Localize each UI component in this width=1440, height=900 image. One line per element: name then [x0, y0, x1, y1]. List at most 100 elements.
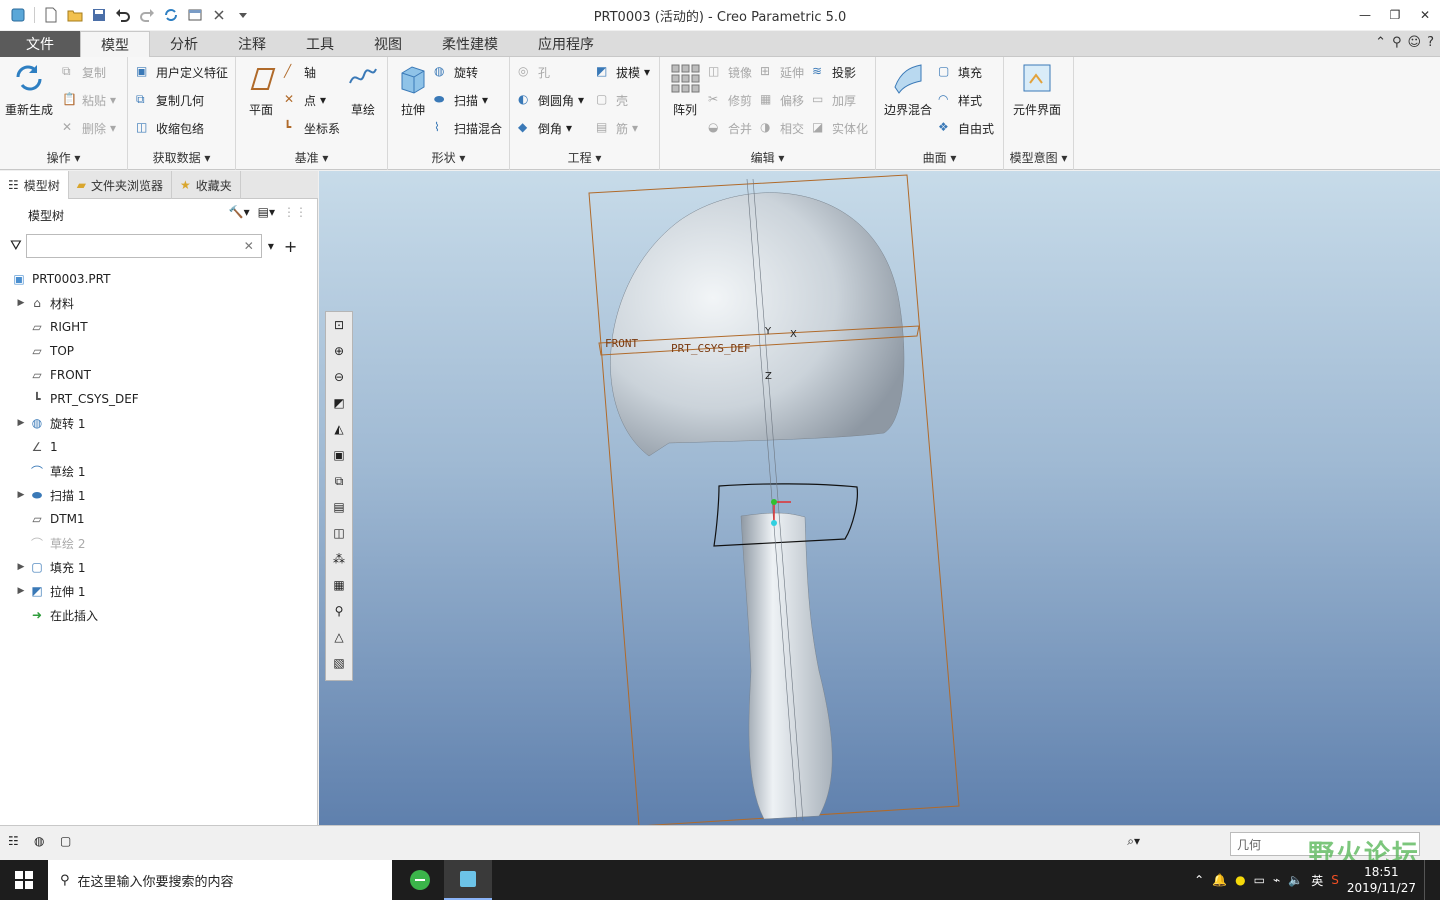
tree-node[interactable]: ▱ FRONT: [0, 363, 317, 387]
tree-filter-icon[interactable]: ⋮⋮: [283, 205, 307, 219]
extrude-button[interactable]: 拉伸: [388, 61, 438, 118]
full-screen-icon[interactable]: ▢: [60, 834, 71, 848]
datum-plane-button[interactable]: 平面: [236, 61, 286, 118]
datum-point-button[interactable]: ✕ 点 ▾: [284, 89, 326, 111]
group-label-shapes[interactable]: 形状 ▾: [388, 149, 509, 166]
restore-button[interactable]: ❐: [1380, 0, 1410, 30]
group-label-surfaces[interactable]: 曲面 ▾: [876, 149, 1003, 166]
zoom-in-icon[interactable]: ⊕: [326, 338, 352, 364]
repaint-icon[interactable]: ◩: [326, 390, 352, 416]
project-button[interactable]: ≋ 投影: [812, 61, 856, 83]
taskbar-search[interactable]: ⚲ 在这里输入你要搜索的内容: [48, 860, 392, 900]
open-folder-icon[interactable]: [65, 5, 85, 25]
save-icon[interactable]: [89, 5, 109, 25]
fill-button[interactable]: ▢ 填充: [938, 61, 982, 83]
perspective-view-icon[interactable]: ◭: [326, 416, 352, 442]
copy-button[interactable]: ⧉ 复制: [62, 61, 106, 83]
revolve-button[interactable]: ◍ 旋转: [434, 61, 478, 83]
volume-icon[interactable]: 🔈: [1288, 873, 1303, 887]
show-browser-icon[interactable]: ◍: [34, 834, 44, 848]
tree-settings-icon[interactable]: 🔨▾: [229, 205, 250, 219]
tree-node[interactable]: ▶ ◩ 拉伸 1: [0, 579, 317, 603]
close-button[interactable]: ✕: [1410, 0, 1440, 30]
group-label-operations[interactable]: 操作 ▾: [0, 149, 127, 166]
tree-node[interactable]: ⌒ 草绘 1: [0, 459, 317, 483]
filter-dropdown-icon[interactable]: ▾: [268, 239, 274, 253]
add-filter-icon[interactable]: +: [284, 237, 297, 256]
tab-model-tree[interactable]: ☷ 模型树: [0, 171, 69, 199]
tree-node[interactable]: ▣ PRT0003.PRT: [0, 267, 317, 291]
minimize-button[interactable]: —: [1350, 0, 1380, 30]
refit-icon[interactable]: ⊡: [326, 312, 352, 338]
tab-model[interactable]: 模型: [80, 31, 150, 58]
tree-node[interactable]: ▶ ⬬ 扫描 1: [0, 483, 317, 507]
hole-button[interactable]: ◎ 孔: [518, 61, 550, 83]
round-button[interactable]: ◐ 倒圆角 ▾: [518, 89, 584, 111]
tab-file[interactable]: 文件: [0, 31, 80, 57]
filter-icon[interactable]: ⛛: [10, 238, 22, 254]
show-desktop-button[interactable]: [1424, 860, 1428, 900]
tree-node[interactable]: ▱ RIGHT: [0, 315, 317, 339]
view-manager-icon[interactable]: ▤: [326, 494, 352, 520]
sweep-button[interactable]: ⬬ 扫描 ▾: [434, 89, 488, 111]
ime-indicator[interactable]: 英: [1311, 872, 1323, 889]
spin-center-icon[interactable]: ⚲: [326, 598, 352, 624]
merge-button[interactable]: ◒ 合并: [708, 117, 752, 139]
tree-node[interactable]: ⌒ 草绘 2: [0, 531, 317, 555]
new-file-icon[interactable]: [41, 5, 61, 25]
annotation-display-icon[interactable]: ▦: [326, 572, 352, 598]
csys-button[interactable]: ┗ 坐标系: [284, 117, 340, 139]
named-view-icon[interactable]: ▧: [326, 650, 352, 676]
notification-icon[interactable]: 🔔: [1212, 873, 1227, 887]
tree-node[interactable]: ▶ ◍ 旋转 1: [0, 411, 317, 435]
regenerate-icon[interactable]: [161, 5, 181, 25]
taskbar-app-browser-icon[interactable]: [396, 860, 444, 900]
mirror-button[interactable]: ◫ 镜像: [708, 61, 752, 83]
display-style-icon[interactable]: ▣: [326, 442, 352, 468]
tab-applications[interactable]: 应用程序: [518, 31, 614, 57]
find-icon[interactable]: ⌕▾: [1127, 834, 1140, 849]
network-icon[interactable]: ⌁: [1273, 873, 1280, 887]
show-navigator-icon[interactable]: ☷: [8, 834, 19, 848]
tree-node[interactable]: ▱ DTM1: [0, 507, 317, 531]
tab-view[interactable]: 视图: [354, 31, 422, 57]
minimize-ribbon-icon[interactable]: ⌃: [1375, 35, 1386, 50]
filter-clear-icon[interactable]: ✕: [244, 239, 254, 253]
tab-tools[interactable]: 工具: [286, 31, 354, 57]
close-window-icon[interactable]: [209, 5, 229, 25]
clock[interactable]: 18:51 2019/11/27: [1347, 864, 1416, 896]
tree-node[interactable]: ∠ 1: [0, 435, 317, 459]
tree-node[interactable]: ➜ 在此插入: [0, 603, 317, 627]
delete-button[interactable]: ✕ 删除 ▾: [62, 117, 116, 139]
copy-geometry-button[interactable]: ⧉ 复制几何: [136, 89, 204, 111]
creo-app-icon[interactable]: [8, 5, 28, 25]
battery-icon[interactable]: ▭: [1254, 873, 1265, 887]
extend-button[interactable]: ⊞ 延伸: [760, 61, 804, 83]
group-label-editing[interactable]: 编辑 ▾: [660, 149, 875, 166]
boundary-blend-button[interactable]: 边界混合: [880, 61, 936, 118]
search-icon[interactable]: ⚲: [1392, 35, 1402, 50]
sogou-ime-icon[interactable]: S: [1331, 873, 1339, 887]
saved-orientations-icon[interactable]: ⧉: [326, 468, 352, 494]
offset-button[interactable]: ▦ 偏移: [760, 89, 804, 111]
paste-button[interactable]: 📋 粘贴 ▾: [62, 89, 116, 111]
show-columns-icon[interactable]: ▤▾: [258, 205, 275, 219]
section-icon[interactable]: ◫: [326, 520, 352, 546]
style-button[interactable]: ◠ 样式: [938, 89, 982, 111]
group-label-model-intent[interactable]: 模型意图 ▾: [1004, 149, 1073, 166]
tray-app-icon[interactable]: ●: [1235, 873, 1245, 887]
expand-arrow-icon[interactable]: ▶: [14, 562, 28, 572]
community-icon[interactable]: ☺: [1408, 35, 1422, 50]
udf-button[interactable]: ▣ 用户定义特征: [136, 61, 228, 83]
group-label-engineering[interactable]: 工程 ▾: [510, 149, 659, 166]
window-icon[interactable]: [185, 5, 205, 25]
sketch-button[interactable]: 草绘: [338, 61, 388, 118]
freestyle-button[interactable]: ❖ 自由式: [938, 117, 994, 139]
regenerate-button[interactable]: 重新生成: [4, 61, 54, 118]
trim-button[interactable]: ✂ 修剪: [708, 89, 752, 111]
rib-button[interactable]: ▤ 筋 ▾: [596, 117, 638, 139]
appearance-icon[interactable]: △: [326, 624, 352, 650]
expand-arrow-icon[interactable]: ▶: [14, 586, 28, 596]
undo-icon[interactable]: [113, 5, 133, 25]
expand-arrow-icon[interactable]: ▶: [14, 298, 28, 308]
